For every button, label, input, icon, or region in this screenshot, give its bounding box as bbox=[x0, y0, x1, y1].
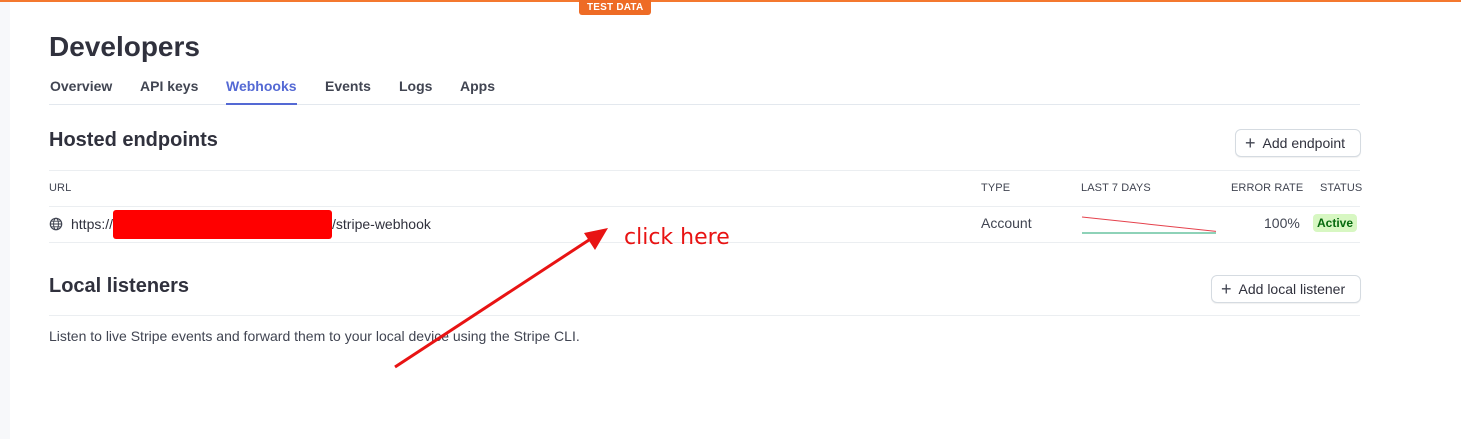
tab-events[interactable]: Events bbox=[325, 78, 371, 105]
endpoint-type: Account bbox=[981, 215, 1032, 231]
plus-icon: + bbox=[1245, 133, 1256, 153]
local-listeners-description: Listen to live Stripe events and forward… bbox=[49, 328, 580, 344]
endpoint-url-suffix: /stripe-webhook bbox=[332, 216, 431, 232]
section-divider bbox=[49, 315, 1360, 316]
column-header-status: STATUS bbox=[1320, 182, 1363, 194]
add-endpoint-button[interactable]: + Add endpoint bbox=[1235, 129, 1361, 157]
endpoint-url-link[interactable]: https:// /stripe-webhook bbox=[49, 209, 431, 239]
column-header-type: TYPE bbox=[981, 182, 1011, 194]
endpoint-error-rate: 100% bbox=[1264, 215, 1300, 231]
left-sidebar-edge bbox=[0, 2, 10, 439]
tab-api-keys[interactable]: API keys bbox=[140, 78, 198, 105]
column-header-url: URL bbox=[49, 182, 72, 194]
error-trend-line bbox=[1081, 216, 1217, 232]
section-divider bbox=[49, 170, 1360, 171]
column-header-error-rate: ERROR RATE bbox=[1231, 182, 1304, 194]
plus-icon: + bbox=[1221, 279, 1232, 299]
redacted-url-segment bbox=[113, 209, 333, 239]
globe-icon bbox=[49, 217, 63, 231]
annotation-label: click here bbox=[624, 225, 730, 250]
table-header-divider bbox=[49, 206, 1360, 207]
top-accent-bar bbox=[0, 0, 1461, 2]
tab-apps[interactable]: Apps bbox=[460, 78, 495, 105]
status-badge: Active bbox=[1313, 214, 1358, 232]
local-listeners-title: Local listeners bbox=[49, 275, 190, 297]
column-header-last-7-days: LAST 7 DAYS bbox=[1081, 182, 1151, 194]
tab-logs[interactable]: Logs bbox=[399, 78, 432, 105]
page-title: Developers bbox=[49, 31, 200, 62]
test-data-badge: TEST DATA bbox=[579, 0, 652, 15]
tab-webhooks[interactable]: Webhooks bbox=[226, 78, 297, 105]
tab-overview[interactable]: Overview bbox=[50, 78, 112, 105]
endpoint-url-prefix: https:// bbox=[71, 216, 114, 232]
last-7-days-sparkline bbox=[1081, 216, 1217, 234]
add-local-listener-label: Add local listener bbox=[1238, 281, 1346, 297]
add-local-listener-button[interactable]: + Add local listener bbox=[1211, 275, 1361, 303]
add-endpoint-label: Add endpoint bbox=[1262, 135, 1346, 151]
hosted-endpoints-title: Hosted endpoints bbox=[49, 129, 218, 151]
developer-tabs: Overview API keys Webhooks Events Logs A… bbox=[49, 76, 1360, 105]
